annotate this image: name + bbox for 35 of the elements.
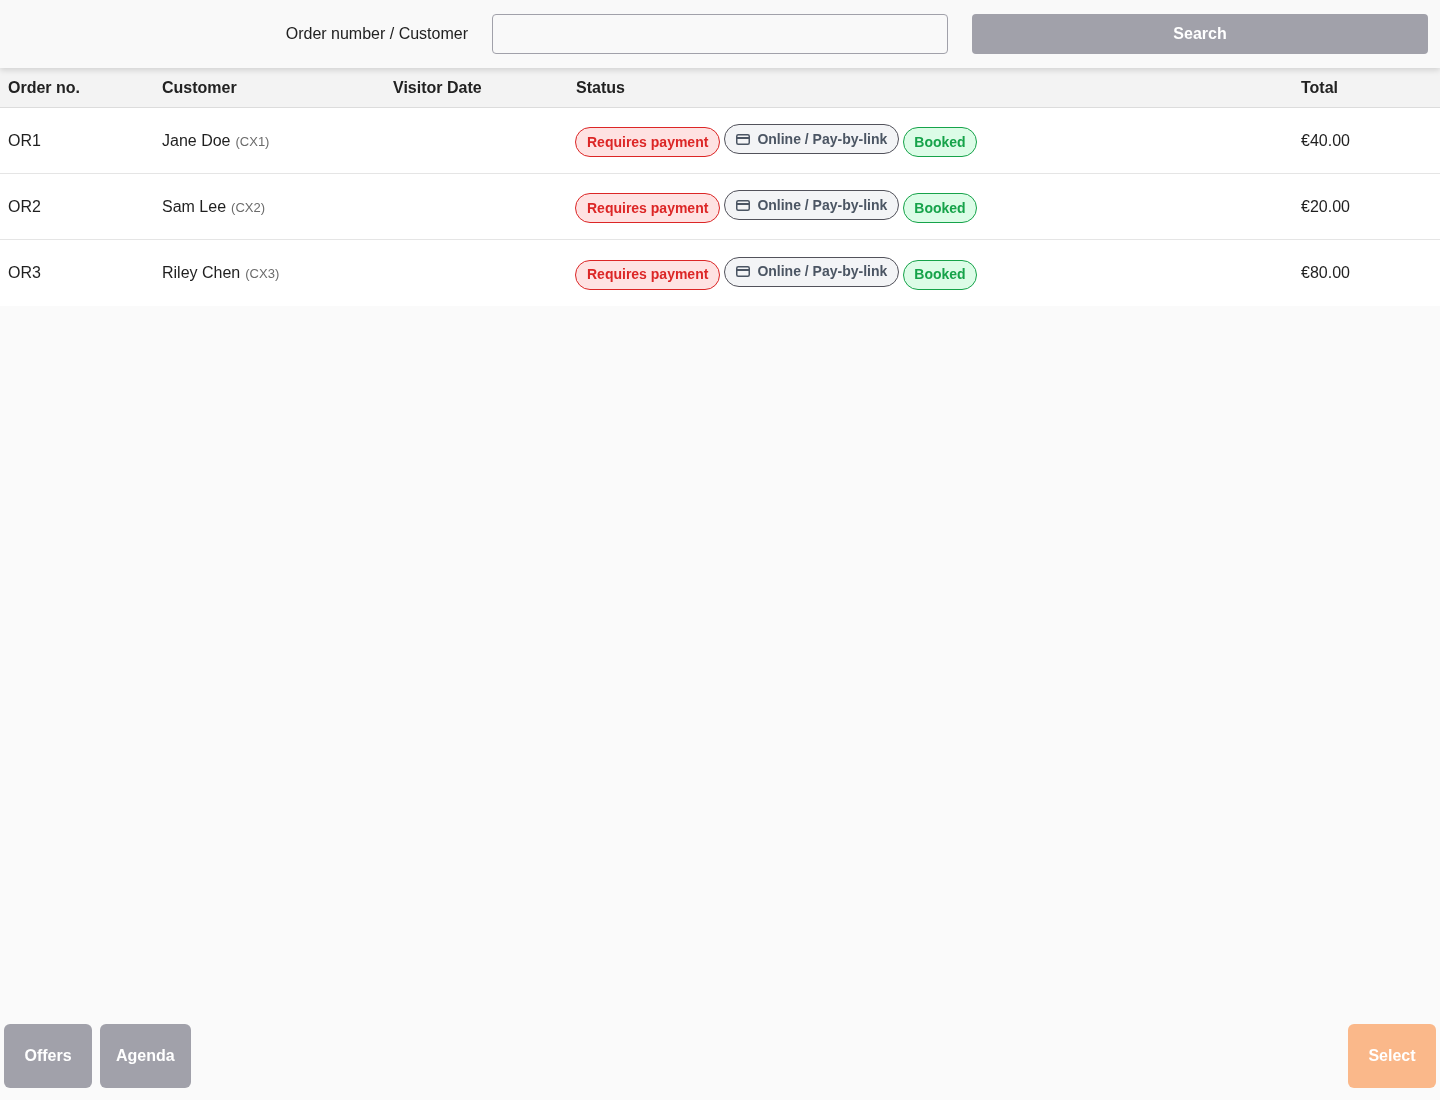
- credit-card-icon: [736, 133, 751, 145]
- footer-button[interactable]: Offers: [4, 1024, 92, 1088]
- customer-code: (CX2): [231, 198, 265, 217]
- payment-method-label: Online / Pay-by-link: [757, 262, 888, 281]
- status-badge: Requires payment: [575, 127, 721, 157]
- order-number: OR1: [8, 131, 41, 149]
- customer-code: (CX3): [245, 265, 280, 283]
- search-field[interactable]: [492, 14, 948, 54]
- credit-card-icon: [736, 266, 751, 277]
- customer-name: Riley Chen: [162, 263, 241, 283]
- order-number: OR2: [8, 197, 41, 215]
- booking-badge: Booked: [903, 259, 977, 290]
- customer-name: Sam Lee: [162, 196, 227, 217]
- customer-name: Jane Doe: [162, 130, 231, 151]
- select-button[interactable]: Select: [1348, 1024, 1436, 1088]
- order-total: €80.00: [1301, 264, 1350, 281]
- status-badge: Requires payment: [575, 193, 721, 223]
- booking-badge: Booked: [903, 193, 977, 223]
- footer-button[interactable]: Agenda: [100, 1024, 191, 1088]
- column-header: Visitor Date: [393, 78, 482, 96]
- column-header: Total: [1301, 78, 1339, 96]
- payment-method-label: Online / Pay-by-link: [757, 129, 888, 149]
- column-header: Order no.: [8, 78, 80, 96]
- booking-badge: Booked: [903, 127, 977, 157]
- order-number: OR3: [8, 264, 41, 281]
- order-total: €20.00: [1301, 197, 1350, 215]
- column-header: Customer: [162, 78, 237, 96]
- status-badge: Requires payment: [575, 259, 721, 290]
- credit-card-icon: [736, 199, 751, 211]
- payment-method-label: Online / Pay-by-link: [757, 195, 888, 215]
- customer-code: (CX1): [235, 132, 270, 151]
- search-button[interactable]: Search: [972, 14, 1428, 54]
- search-label: Order number / Customer: [285, 24, 468, 44]
- order-total: €40.00: [1301, 131, 1350, 149]
- column-header: Status: [576, 78, 625, 96]
